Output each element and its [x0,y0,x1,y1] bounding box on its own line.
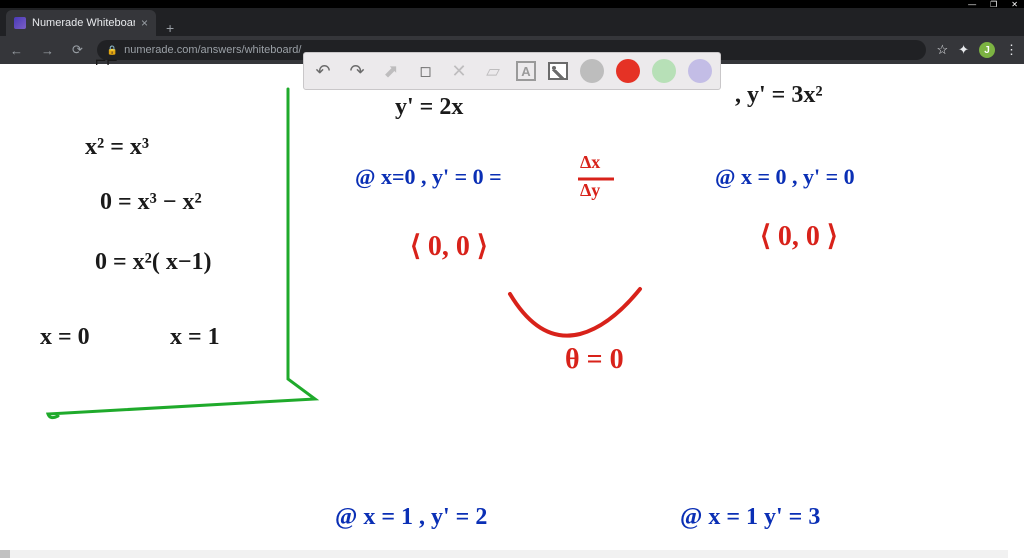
eq-left-2: 0 = x³ − x² [100,189,202,216]
eq-mid-frac-top: Δx [580,152,600,173]
favicon-icon [14,17,26,29]
eq-right-vec: ⟨ 0, 0 ⟩ [760,219,838,253]
profile-avatar[interactable]: J [979,42,995,58]
image-tool-icon[interactable] [548,62,568,80]
window-close-icon[interactable]: ✕ [1011,0,1018,9]
color-green-swatch[interactable] [652,59,676,83]
eq-left-3: 0 = x²( x−1) [95,249,212,276]
window-titlebar: — ❐ ✕ [0,0,1024,8]
tab-strip: Numerade Whiteboard × + [0,8,1024,36]
eq-mid-frac-bot: Δy [580,180,600,201]
tab-close-icon[interactable]: × [141,16,148,30]
color-purple-swatch[interactable] [688,59,712,83]
url-text: numerade.com/answers/whiteboard/ [124,44,301,56]
maximize-icon[interactable]: ❐ [990,0,997,9]
new-tab-button[interactable]: + [156,20,184,36]
redo-button[interactable]: ↷ [346,61,368,82]
eq-mid-at: @ x=0 , y' = 0 = [355,164,502,190]
browser-menu-icon[interactable]: ⋮ [1005,42,1018,58]
extensions-icon[interactable]: ✦ [958,42,969,58]
eq-left-4a: x = 0 [40,324,90,351]
scrollbar-thumb[interactable] [0,550,10,558]
eq-bottom-right: @ x = 1 y' = 3 [680,504,820,531]
forward-button[interactable]: → [37,43,58,58]
tools-icon[interactable]: ✕ [448,61,470,82]
eq-mid-theta: θ = 0 [565,344,624,376]
pointer-tool-icon[interactable]: ⬈ [380,61,402,82]
reload-button[interactable]: ⟳ [68,42,87,58]
tab-title: Numerade Whiteboard [32,17,135,29]
undo-button[interactable]: ↶ [312,61,334,82]
horizontal-scrollbar[interactable] [0,550,1008,558]
whiteboard-toolbar: ↶ ↷ ⬈ ◇ ✕ ▱ A [303,52,721,90]
eq-bottom-left: @ x = 1 , y' = 2 [335,504,487,531]
scribble-text: ⌐⌐ [95,50,118,73]
whiteboard-canvas[interactable]: ⌐⌐ x² = x³ 0 = x³ − x² 0 = x²( x−1) x = … [0,64,1024,550]
eq-right-deriv: , y' = 3x² [735,82,823,109]
minimize-icon[interactable]: — [968,0,976,9]
eraser-tool-icon[interactable]: ◇ [410,56,440,86]
back-button[interactable]: ← [6,43,27,58]
eq-right-at: @ x = 0 , y' = 0 [715,164,855,190]
text-tool-icon[interactable]: A [516,61,536,81]
eq-left-1: x² = x³ [85,134,149,161]
eq-mid-vec: ⟨ 0, 0 ⟩ [410,229,488,263]
browser-tab[interactable]: Numerade Whiteboard × [6,10,156,36]
clear-icon[interactable]: ▱ [482,61,504,82]
drawn-strokes [0,64,1024,558]
toolbar-right: ☆ ✦ J ⋮ [936,42,1018,58]
eq-mid-deriv: y' = 2x [395,94,463,121]
eq-left-4b: x = 1 [170,324,220,351]
color-gray-swatch[interactable] [580,59,604,83]
color-red-swatch[interactable] [616,59,640,83]
bookmark-star-icon[interactable]: ☆ [936,42,948,58]
